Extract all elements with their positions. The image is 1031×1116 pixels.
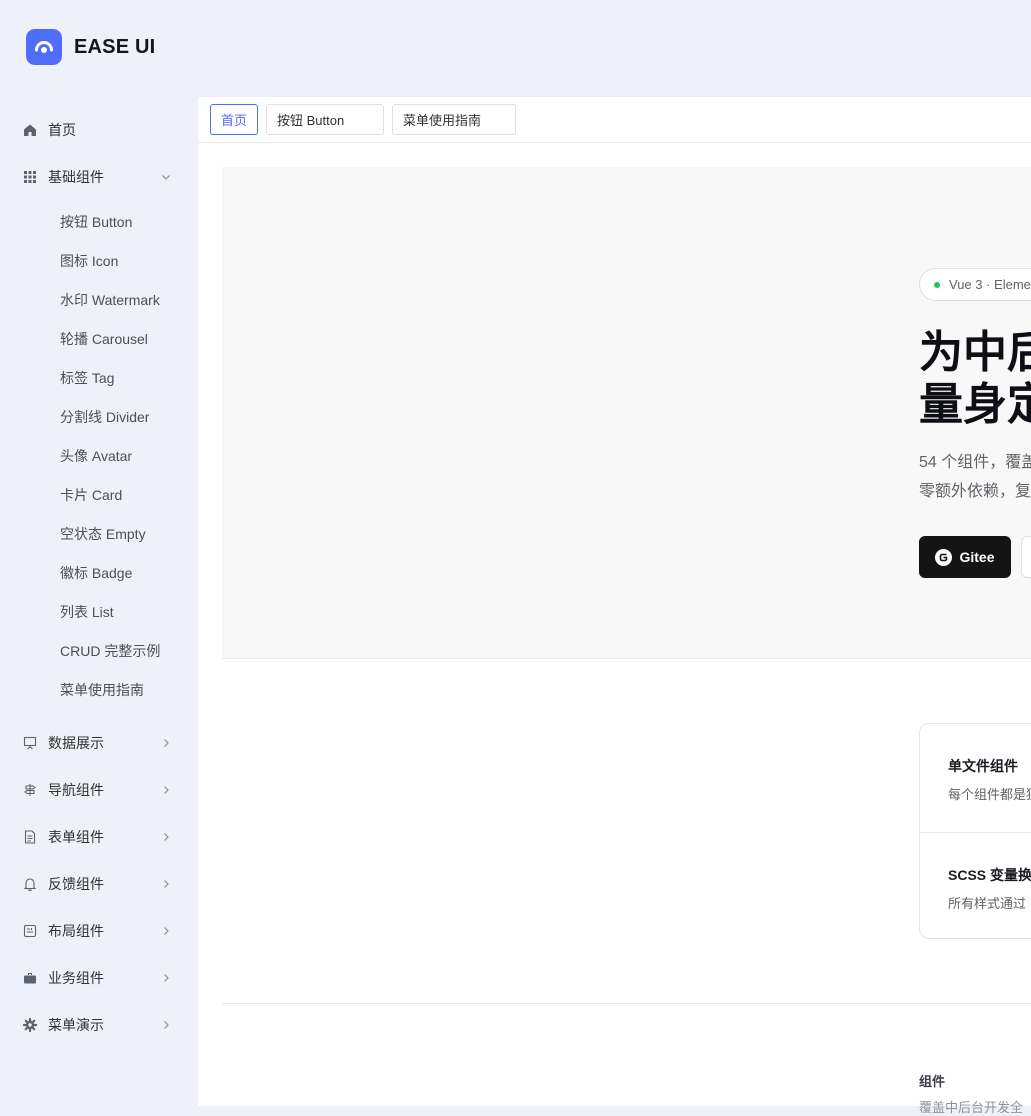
sidebar-group-label: 数据展示 (48, 735, 104, 751)
secondary-button[interactable] (1021, 536, 1031, 578)
sidebar-item-list[interactable]: 列表 List (0, 594, 198, 630)
gitee-button-label: Gitee (959, 549, 995, 565)
sidebar-group-layout[interactable]: 布局组件 (0, 911, 198, 951)
sidebar-item-label: 水印 Watermark (60, 292, 160, 308)
hero-title-line: 量身定 (919, 380, 1031, 429)
sidebar-item-label: 头像 Avatar (60, 448, 133, 464)
sidebar-item-label: 列表 List (60, 604, 114, 620)
gitee-button[interactable]: Gitee (919, 536, 1011, 578)
chevron-right-icon (160, 737, 172, 749)
sidebar-item-tag[interactable]: 标签 Tag (0, 360, 198, 396)
grid-icon (22, 169, 38, 185)
signpost-icon (22, 782, 38, 798)
feature-title: SCSS 变量换肤 (948, 867, 1031, 883)
sidebar-item-divider[interactable]: 分割线 Divider (0, 399, 198, 435)
sidebar-group-form[interactable]: 表单组件 (0, 817, 198, 857)
chevron-right-icon (160, 784, 172, 796)
hero-title: 为中后 量身定 (919, 327, 1031, 431)
briefcase-icon (22, 970, 38, 986)
chevron-down-icon (160, 171, 172, 183)
tech-badge-label: Vue 3 · Eleme (949, 277, 1031, 292)
sidebar-item-label: 空状态 Empty (60, 526, 146, 542)
sidebar-item-crud[interactable]: CRUD 完整示例 (0, 633, 198, 669)
sidebar-item-watermark[interactable]: 水印 Watermark (0, 282, 198, 318)
tech-badge: Vue 3 · Eleme (919, 268, 1031, 301)
sidebar-item-icon[interactable]: 图标 Icon (0, 243, 198, 279)
sidebar-item-menu-guide[interactable]: 菜单使用指南 (0, 672, 198, 708)
sidebar-item-badge[interactable]: 徽标 Badge (0, 555, 198, 591)
feature-card: 单文件组件 每个组件都是独 SCSS 变量换肤 所有样式通过 (919, 723, 1031, 939)
hero-section: Vue 3 · Eleme 为中后 量身定 54 个组件，覆盖 零额外依赖，复 … (222, 167, 1031, 659)
app-header: EASE UI (0, 0, 1031, 97)
sidebar-group-feedback[interactable]: 反馈组件 (0, 864, 198, 904)
section-label: 组件 (919, 1074, 946, 1089)
sidebar-group-business[interactable]: 业务组件 (0, 958, 198, 998)
gear-icon (22, 1017, 38, 1033)
sidebar-group-label: 布局组件 (48, 923, 104, 939)
tab-button[interactable]: 按钮 Button (266, 104, 384, 135)
sidebar-group-label: 表单组件 (48, 829, 104, 845)
sidebar: 首页 基础组件 按钮 Button 图标 Icon 水印 Watermark 轮… (0, 97, 198, 1106)
chevron-right-icon (160, 831, 172, 843)
sidebar-item-label: 轮播 Carousel (60, 331, 148, 347)
bell-icon (22, 876, 38, 892)
sidebar-group-label: 导航组件 (48, 782, 104, 798)
sidebar-item-label: 图标 Icon (60, 253, 119, 269)
sidebar-group-data-display[interactable]: 数据展示 (0, 723, 198, 763)
sidebar-item-card[interactable]: 卡片 Card (0, 477, 198, 513)
logo-icon (26, 29, 62, 65)
sidebar-group-label: 基础组件 (48, 169, 104, 185)
sidebar-item-label: 菜单使用指南 (60, 682, 144, 698)
tab-menu-guide[interactable]: 菜单使用指南 (392, 104, 516, 135)
sidebar-item-carousel[interactable]: 轮播 Carousel (0, 321, 198, 357)
sidebar-item-home[interactable]: 首页 (0, 110, 198, 150)
status-dot-icon (934, 281, 940, 288)
chevron-right-icon (160, 972, 172, 984)
sidebar-item-avatar[interactable]: 头像 Avatar (0, 438, 198, 474)
logo[interactable]: EASE UI (26, 29, 155, 65)
sidebar-item-label: 卡片 Card (60, 487, 123, 503)
feature-item: SCSS 变量换肤 所有样式通过 (920, 832, 1031, 938)
sidebar-item-label: CRUD 完整示例 (60, 643, 161, 659)
presentation-icon (22, 735, 38, 751)
sidebar-item-empty[interactable]: 空状态 Empty (0, 516, 198, 552)
hero-description: 54 个组件，覆盖 零额外依赖，复 (919, 448, 1031, 506)
tab-label: 菜单使用指南 (403, 113, 482, 128)
chevron-right-icon (160, 878, 172, 890)
sidebar-item-label: 按钮 Button (60, 214, 133, 230)
sidebar-group-menu-demo[interactable]: 菜单演示 (0, 1005, 198, 1045)
sidebar-item-label: 徽标 Badge (60, 565, 133, 581)
sidebar-item-label: 分割线 Divider (60, 409, 150, 425)
hero-description-line: 54 个组件，覆盖 (919, 454, 1031, 471)
main-content: 首页 按钮 Button 菜单使用指南 Vue 3 · Eleme 为中后 量身… (198, 97, 1031, 1115)
sidebar-group-label: 菜单演示 (48, 1017, 104, 1033)
home-icon (22, 122, 38, 138)
sidebar-item-label: 首页 (48, 122, 76, 138)
layout-icon (22, 923, 38, 939)
sidebar-group-label: 业务组件 (48, 970, 104, 986)
feature-description: 所有样式通过 (948, 896, 1027, 911)
sidebar-item-button[interactable]: 按钮 Button (0, 204, 198, 240)
sidebar-group-label: 反馈组件 (48, 876, 104, 892)
brand-name: EASE UI (74, 35, 156, 58)
sidebar-group-basic[interactable]: 基础组件 (0, 157, 198, 197)
chevron-right-icon (160, 1019, 172, 1031)
tab-label: 首页 (221, 113, 248, 128)
tabs-bar: 首页 按钮 Button 菜单使用指南 (198, 97, 1031, 143)
section-divider (222, 1003, 1031, 1004)
chevron-right-icon (160, 925, 172, 937)
tab-label: 按钮 Button (277, 113, 345, 128)
hero-description-line: 零额外依赖，复 (919, 483, 1031, 500)
section-subtitle: 覆盖中后台开发全 (919, 1100, 1024, 1115)
feature-item: 单文件组件 每个组件都是独 (920, 724, 1031, 832)
tab-home[interactable]: 首页 (210, 104, 258, 135)
gitee-icon (935, 548, 953, 566)
feature-description: 每个组件都是独 (948, 787, 1031, 802)
sidebar-group-navigation[interactable]: 导航组件 (0, 770, 198, 810)
feature-title: 单文件组件 (948, 758, 1018, 774)
hero-title-line: 为中后 (919, 328, 1031, 377)
document-icon (22, 829, 38, 845)
sidebar-item-label: 标签 Tag (60, 370, 115, 386)
